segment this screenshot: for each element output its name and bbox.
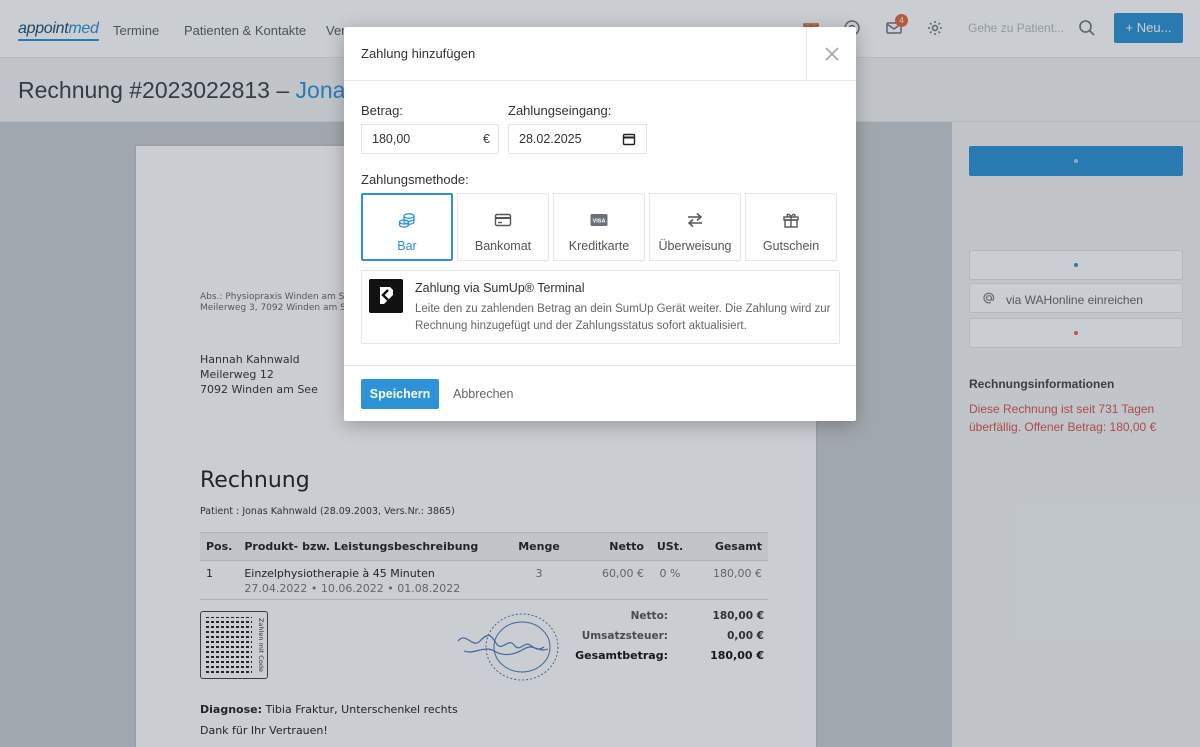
save-button[interactable]: Speichern bbox=[361, 379, 439, 409]
bank-card-icon bbox=[494, 213, 512, 227]
add-payment-dialog: Zahlung hinzufügen Betrag: 180,00 € Zahl… bbox=[344, 27, 856, 421]
calendar-icon[interactable] bbox=[622, 132, 636, 146]
payment-date-label: Zahlungseingang: bbox=[508, 103, 612, 118]
payment-method-label-transfer: Überweisung bbox=[658, 239, 732, 253]
close-icon bbox=[824, 47, 839, 61]
payment-method-cash[interactable]: Bar bbox=[361, 193, 453, 261]
svg-text:VISA: VISA bbox=[593, 219, 606, 225]
payment-method-label-voucher: Gutschein bbox=[762, 239, 820, 253]
payment-method-credit-card[interactable]: VISA Kreditkarte bbox=[553, 193, 645, 261]
credit-card-icon: VISA bbox=[590, 214, 608, 226]
sumup-description: Leite den zu zahlenden Betrag an dein Su… bbox=[415, 303, 831, 332]
coins-icon bbox=[398, 213, 415, 228]
payment-date-input[interactable]: 28.02.2025 bbox=[508, 124, 647, 154]
currency-suffix: € bbox=[483, 132, 490, 146]
payment-method-label-cash: Bar bbox=[397, 239, 417, 253]
payment-method-label: Zahlungsmethode: bbox=[361, 172, 469, 187]
sumup-title: Zahlung via SumUp® Terminal bbox=[415, 281, 585, 295]
payment-method-label-credit-card: Kreditkarte bbox=[568, 239, 630, 253]
payment-method-transfer[interactable]: Überweisung bbox=[649, 193, 741, 261]
cancel-button[interactable]: Abbrechen bbox=[453, 387, 513, 401]
transfer-icon bbox=[687, 212, 703, 228]
amount-input[interactable]: 180,00 € bbox=[361, 124, 499, 154]
payment-method-label-bankomat: Bankomat bbox=[474, 239, 532, 253]
amount-label: Betrag: bbox=[361, 103, 403, 118]
gift-icon bbox=[783, 213, 799, 228]
sumup-logo-icon bbox=[369, 279, 403, 313]
dialog-header: Zahlung hinzufügen bbox=[344, 27, 856, 81]
payment-method-voucher[interactable]: Gutschein bbox=[745, 193, 837, 261]
dialog-title: Zahlung hinzufügen bbox=[361, 46, 476, 61]
payment-method-bankomat[interactable]: Bankomat bbox=[457, 193, 549, 261]
dialog-footer: Speichern Abbrechen bbox=[344, 365, 856, 421]
sumup-terminal-option[interactable]: Zahlung via SumUp® Terminal Leite den zu… bbox=[361, 270, 840, 344]
close-button[interactable] bbox=[806, 27, 856, 81]
